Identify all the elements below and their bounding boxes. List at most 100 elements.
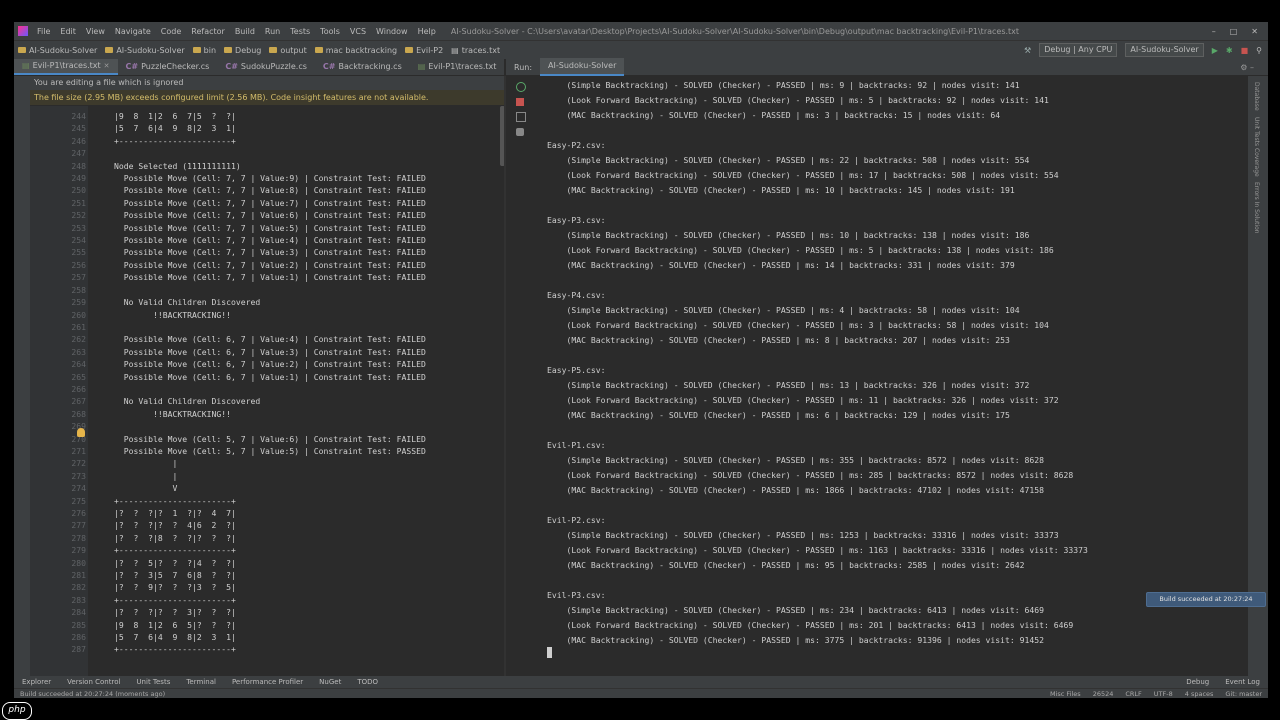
- tab-unit-tests[interactable]: Unit Tests: [128, 678, 178, 686]
- status-git-branch[interactable]: Git: master: [1219, 690, 1268, 698]
- line-number: 252: [71, 210, 86, 221]
- run-icon[interactable]: ▶: [1212, 46, 1218, 55]
- text-file-icon: ▤: [417, 62, 426, 71]
- tab-evil-p1-traces-2[interactable]: ▤ Evil-P1\traces.txt: [410, 59, 505, 75]
- menu-file[interactable]: File: [32, 27, 55, 36]
- rider-logo-icon: [18, 26, 28, 36]
- line-number: 275: [71, 495, 86, 506]
- rerun-icon[interactable]: [516, 82, 526, 92]
- line-number: 249: [71, 173, 86, 184]
- stop-run-icon[interactable]: [516, 98, 524, 106]
- tab-sudoku-puzzle[interactable]: C# SudokuPuzzle.cs: [217, 59, 315, 75]
- layout-icon[interactable]: [516, 112, 526, 122]
- build-config-select[interactable]: Debug | Any CPU: [1039, 43, 1118, 57]
- close-icon[interactable]: ✕: [1251, 27, 1258, 36]
- minimize-icon[interactable]: –: [1212, 27, 1216, 36]
- left-tool-strip: [14, 76, 30, 676]
- line-number: 246: [71, 135, 86, 146]
- breadcrumb-traces-file[interactable]: ▤ traces.txt: [447, 46, 504, 55]
- menu-tests[interactable]: Tests: [285, 27, 315, 36]
- line-number: 258: [71, 284, 86, 295]
- menu-view[interactable]: View: [81, 27, 110, 36]
- breadcrumb-debug[interactable]: Debug: [220, 46, 265, 55]
- line-number: 284: [71, 607, 86, 618]
- status-encoding[interactable]: UTF-8: [1148, 690, 1179, 698]
- line-number: 272: [71, 458, 86, 469]
- run-config-select[interactable]: AI-Sudoku-Solver: [1125, 43, 1204, 57]
- line-number: 264: [71, 359, 86, 370]
- tab-puzzle-checker[interactable]: C# PuzzleChecker.cs: [118, 59, 218, 75]
- coverage-tool[interactable]: Unit Tests Coverage: [1253, 117, 1260, 177]
- stop-icon[interactable]: ■: [1241, 46, 1249, 55]
- line-number: 248: [71, 160, 86, 171]
- errors-tool[interactable]: Errors In Solution: [1253, 182, 1260, 234]
- line-number: 268: [71, 408, 86, 419]
- breadcrumb-project[interactable]: AI-Sudoku-Solver: [101, 46, 188, 55]
- text-file-icon: ▤: [22, 61, 30, 70]
- text-file-icon: ▤: [451, 45, 459, 55]
- line-number: 266: [71, 383, 86, 394]
- pin-icon[interactable]: [516, 128, 524, 136]
- line-number: 283: [71, 594, 86, 605]
- tab-debug[interactable]: Debug: [1178, 678, 1217, 686]
- lightbulb-icon[interactable]: [77, 428, 85, 437]
- menu-window[interactable]: Window: [371, 27, 413, 36]
- folder-icon: [224, 47, 233, 53]
- gear-icon[interactable]: ⚙ –: [1240, 63, 1268, 72]
- menu-vcs[interactable]: VCS: [345, 27, 371, 36]
- status-line-ending[interactable]: CRLF: [1119, 690, 1147, 698]
- menu-refactor[interactable]: Refactor: [186, 27, 230, 36]
- menu-run[interactable]: Run: [260, 27, 285, 36]
- folder-icon: [314, 47, 323, 53]
- line-number: 260: [71, 309, 86, 320]
- menu-help[interactable]: Help: [413, 27, 441, 36]
- hammer-icon[interactable]: ⚒: [1024, 46, 1031, 55]
- run-tool-window-header: Run: AI-Sudoku-Solver ⚙ –: [506, 58, 1268, 76]
- breadcrumb-output[interactable]: output: [265, 46, 310, 55]
- status-position[interactable]: 26524: [1087, 690, 1120, 698]
- line-number: 265: [71, 371, 86, 382]
- build-notification[interactable]: Build succeeded at 20:27:24: [1146, 592, 1266, 607]
- tab-event-log[interactable]: Event Log: [1217, 678, 1268, 686]
- csharp-file-icon: C#: [125, 62, 139, 71]
- run-label: Run:: [514, 62, 533, 72]
- line-number: 271: [71, 445, 86, 456]
- title-bar: File Edit View Navigate Code Refactor Bu…: [14, 22, 1268, 40]
- menu-navigate[interactable]: Navigate: [110, 27, 156, 36]
- breadcrumb-evil-p2[interactable]: Evil-P2: [401, 46, 447, 55]
- ignored-file-banner: You are editing a file which is ignored: [30, 76, 507, 90]
- line-number: 263: [71, 346, 86, 357]
- tab-todo[interactable]: TODO: [349, 678, 386, 686]
- status-context[interactable]: Misc Files: [1044, 690, 1087, 698]
- breadcrumb-mac-backtracking[interactable]: mac backtracking: [311, 46, 401, 55]
- tab-nuget[interactable]: NuGet: [311, 678, 349, 686]
- menu-build[interactable]: Build: [230, 27, 260, 36]
- debug-icon[interactable]: ✱: [1226, 46, 1233, 55]
- close-tab-icon[interactable]: ✕: [104, 58, 110, 74]
- status-indent[interactable]: 4 spaces: [1179, 690, 1220, 698]
- menu-code[interactable]: Code: [156, 27, 186, 36]
- breadcrumb-solution[interactable]: AI-Sudoku-Solver: [14, 46, 101, 55]
- main-menu: File Edit View Navigate Code Refactor Bu…: [32, 27, 441, 36]
- tab-evil-p1-traces[interactable]: ▤ Evil-P1\traces.txt ✕: [14, 59, 118, 75]
- maximize-icon[interactable]: □: [1230, 27, 1238, 36]
- database-tool[interactable]: Database: [1253, 82, 1260, 111]
- tab-performance-profiler[interactable]: Performance Profiler: [224, 678, 311, 686]
- line-number: 286: [71, 632, 86, 643]
- breadcrumb-bin[interactable]: bin: [189, 46, 220, 55]
- folder-icon: [269, 47, 278, 53]
- run-console-output[interactable]: (Simple Backtracking) - SOLVED (Checker)…: [547, 78, 1237, 648]
- tab-backtracking[interactable]: C# Backtracking.cs: [315, 59, 410, 75]
- line-number: 278: [71, 532, 86, 543]
- tab-explorer[interactable]: Explorer: [14, 678, 59, 686]
- tab-run-config[interactable]: AI-Sudoku-Solver: [540, 58, 625, 76]
- search-icon[interactable]: ⚲: [1256, 46, 1262, 55]
- tab-terminal[interactable]: Terminal: [178, 678, 224, 686]
- navigation-bar: AI-Sudoku-Solver AI-Sudoku-Solver bin De…: [14, 40, 1268, 59]
- tab-version-control[interactable]: Version Control: [59, 678, 128, 686]
- menu-tools[interactable]: Tools: [315, 27, 345, 36]
- menu-edit[interactable]: Edit: [55, 27, 81, 36]
- editor-content[interactable]: |9 8 1|2 6 7|5 ? ?| |5 7 6|4 9 8|2 3 1| …: [114, 110, 504, 656]
- bottom-tool-tabs: Explorer Version Control Unit Tests Term…: [14, 676, 1268, 688]
- csharp-file-icon: C#: [322, 62, 336, 71]
